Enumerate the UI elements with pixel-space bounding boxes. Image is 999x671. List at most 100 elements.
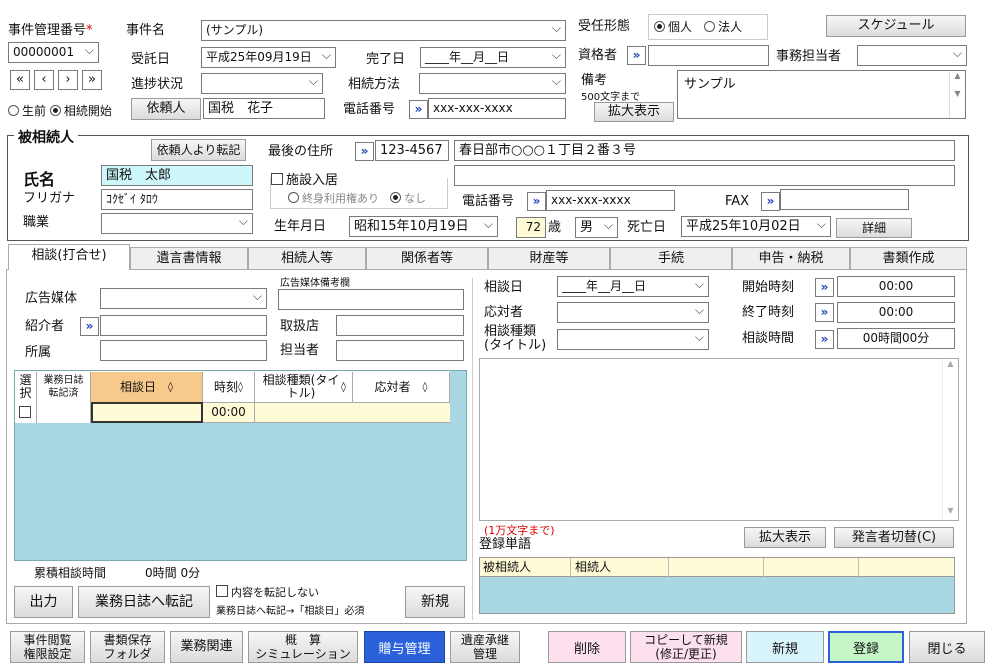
case-no-select[interactable]: 00000001 [8, 42, 99, 63]
consult-date-field[interactable]: ____年__月__日 [557, 276, 709, 297]
row-date-cell[interactable] [91, 402, 203, 423]
kana-field[interactable]: ｺｸｾﾞｲ ﾀﾛｳ [101, 189, 253, 210]
client-button[interactable]: 依頼人 [131, 98, 201, 120]
output-button[interactable]: 出力 [14, 586, 73, 618]
col-type[interactable]: 相談種類(タイトル) ◊ [255, 372, 353, 402]
detail-button[interactable]: 詳細 [836, 218, 912, 238]
job-select[interactable] [101, 213, 253, 234]
col-time[interactable]: 時刻 ◊ [203, 372, 255, 402]
postal-picker-icon[interactable]: » [355, 142, 374, 161]
duration-picker-icon[interactable]: » [815, 330, 834, 349]
register-button[interactable]: 登録 [828, 631, 904, 663]
referrer-field[interactable] [100, 315, 267, 336]
qualifier-picker-icon[interactable]: » [627, 46, 646, 65]
accept-form-group[interactable]: 個人 法人 [648, 14, 768, 40]
inherit-start-radio[interactable] [49, 105, 61, 116]
address-line2-field[interactable] [454, 165, 955, 186]
case-name-select[interactable]: (サンプル) [201, 20, 566, 41]
row-time-cell[interactable]: 00:00 [203, 402, 255, 423]
content-expand-button[interactable]: 拡大表示 [744, 527, 826, 548]
col-responder[interactable]: 応対者 ◊ [353, 372, 450, 402]
row-journal-cell [37, 402, 91, 423]
referrer-picker-icon[interactable]: » [80, 317, 99, 336]
tab-property[interactable]: 財産等 [488, 247, 610, 269]
end-time-field[interactable]: 00:00 [837, 302, 955, 323]
lifetime-radio[interactable] [288, 192, 299, 203]
speaker-switch-button[interactable]: 発言者切替(C) [834, 527, 954, 548]
consult-content-textarea[interactable]: ▲ ▼ [479, 358, 959, 521]
before-death-radio[interactable] [8, 105, 19, 116]
tab-documents[interactable]: 書類作成 [850, 247, 967, 269]
personal-radio[interactable] [654, 21, 665, 32]
transfer-from-client-button[interactable]: 依頼人より転記 [151, 139, 246, 161]
death-date-field[interactable]: 平成25年10月02日 [681, 216, 831, 237]
end-time-picker-icon[interactable]: » [815, 303, 834, 322]
gender-select[interactable]: 男 [575, 217, 618, 238]
prev-record-button[interactable]: ‹ [34, 70, 54, 90]
close-button[interactable]: 閉じる [909, 631, 985, 663]
facility-radio-group[interactable]: 終身利用権あり なし [288, 190, 426, 206]
office-staff-select[interactable] [857, 45, 967, 66]
remarks-scrollbar[interactable]: ▲ ▼ [949, 71, 965, 118]
ad-media-select[interactable] [100, 288, 267, 309]
start-time-picker-icon[interactable]: » [815, 278, 834, 297]
col-consult-date[interactable]: 相談日 ◊ [91, 372, 203, 402]
access-permission-button[interactable]: 事件閲覧 権限設定 [10, 631, 85, 663]
decedent-phone-field[interactable]: xxx-xxx-xxxx [546, 190, 675, 211]
birth-date-field[interactable]: 昭和15年10月19日 [349, 216, 498, 237]
consult-new-button[interactable]: 新規 [405, 586, 465, 618]
delete-button[interactable]: 削除 [548, 631, 626, 663]
tab-related[interactable]: 関係者等 [366, 247, 488, 269]
affiliation-field[interactable] [100, 340, 267, 361]
tab-consult[interactable]: 相談(打合せ) [8, 244, 130, 270]
ad-note-field[interactable] [278, 289, 464, 310]
row-select-cell[interactable] [15, 402, 37, 423]
postal-field[interactable]: 123-4567 [375, 140, 449, 161]
new-button[interactable]: 新規 [746, 631, 824, 663]
remarks-textarea[interactable]: サンプル ▲ ▼ [677, 70, 966, 119]
ad-note-label: 広告媒体備考欄 [280, 278, 350, 289]
business-related-button[interactable]: 業務関連 [170, 631, 243, 663]
corp-radio[interactable] [704, 21, 716, 32]
agency-field[interactable] [336, 315, 464, 336]
tab-tax[interactable]: 申告・納税 [732, 247, 850, 269]
tab-will[interactable]: 遺言書情報 [130, 247, 248, 269]
consult-type-select[interactable] [557, 329, 709, 350]
address-field[interactable]: 春日部市○○○１丁目２番３号 [454, 140, 955, 161]
first-record-button[interactable]: « [10, 70, 30, 90]
schedule-button[interactable]: スケジュール [826, 15, 966, 37]
content-scrollbar[interactable]: ▲ ▼ [942, 359, 958, 520]
start-time-field[interactable]: 00:00 [837, 276, 955, 297]
remarks-expand-button[interactable]: 拡大表示 [594, 102, 674, 122]
fax-picker-icon[interactable]: » [761, 192, 780, 211]
row-select-checkbox[interactable] [19, 406, 31, 418]
copy-new-button[interactable]: コピーして新規 (修正/更正) [630, 631, 742, 663]
tab-procedure[interactable]: 手続 [610, 247, 732, 269]
estate-succession-button[interactable]: 遺産承継 管理 [450, 631, 520, 663]
qualifier-field[interactable] [648, 45, 769, 66]
client-name-field[interactable]: 国税 花子 [203, 98, 325, 119]
decedent-name-field[interactable]: 国税 太郎 [101, 165, 253, 186]
person-field[interactable] [336, 340, 464, 361]
person-label: 担当者 [280, 343, 320, 358]
duration-field[interactable]: 00時間00分 [837, 328, 955, 349]
tab-heirs[interactable]: 相続人等 [248, 247, 366, 269]
consign-date-field[interactable]: 平成25年09月19日 [201, 47, 336, 68]
client-phone-field[interactable]: xxx-xxx-xxxx [428, 98, 566, 119]
gift-management-button[interactable]: 贈与管理 [364, 631, 445, 663]
fax-field[interactable] [780, 189, 909, 210]
inherit-method-select[interactable] [419, 73, 566, 94]
complete-date-field[interactable]: ____年__月__日 [420, 47, 566, 68]
decedent-phone-picker-icon[interactable]: » [527, 192, 546, 211]
client-phone-picker-icon[interactable]: » [409, 100, 428, 119]
doc-folder-button[interactable]: 書類保存 フォルダ [90, 631, 165, 663]
timing-radio-group[interactable]: 生前 相続開始 [8, 102, 112, 119]
estimate-simulation-button[interactable]: 概 算シミュレーション [248, 631, 358, 663]
last-record-button[interactable]: » [82, 70, 102, 90]
journal-transfer-button[interactable]: 業務日誌へ転記 [78, 586, 210, 618]
no-transfer-checkbox[interactable]: 内容を転記しない [216, 584, 319, 600]
responder-select[interactable] [557, 302, 709, 323]
progress-select[interactable] [201, 73, 323, 94]
next-record-button[interactable]: › [58, 70, 78, 90]
none-radio[interactable] [390, 192, 401, 203]
